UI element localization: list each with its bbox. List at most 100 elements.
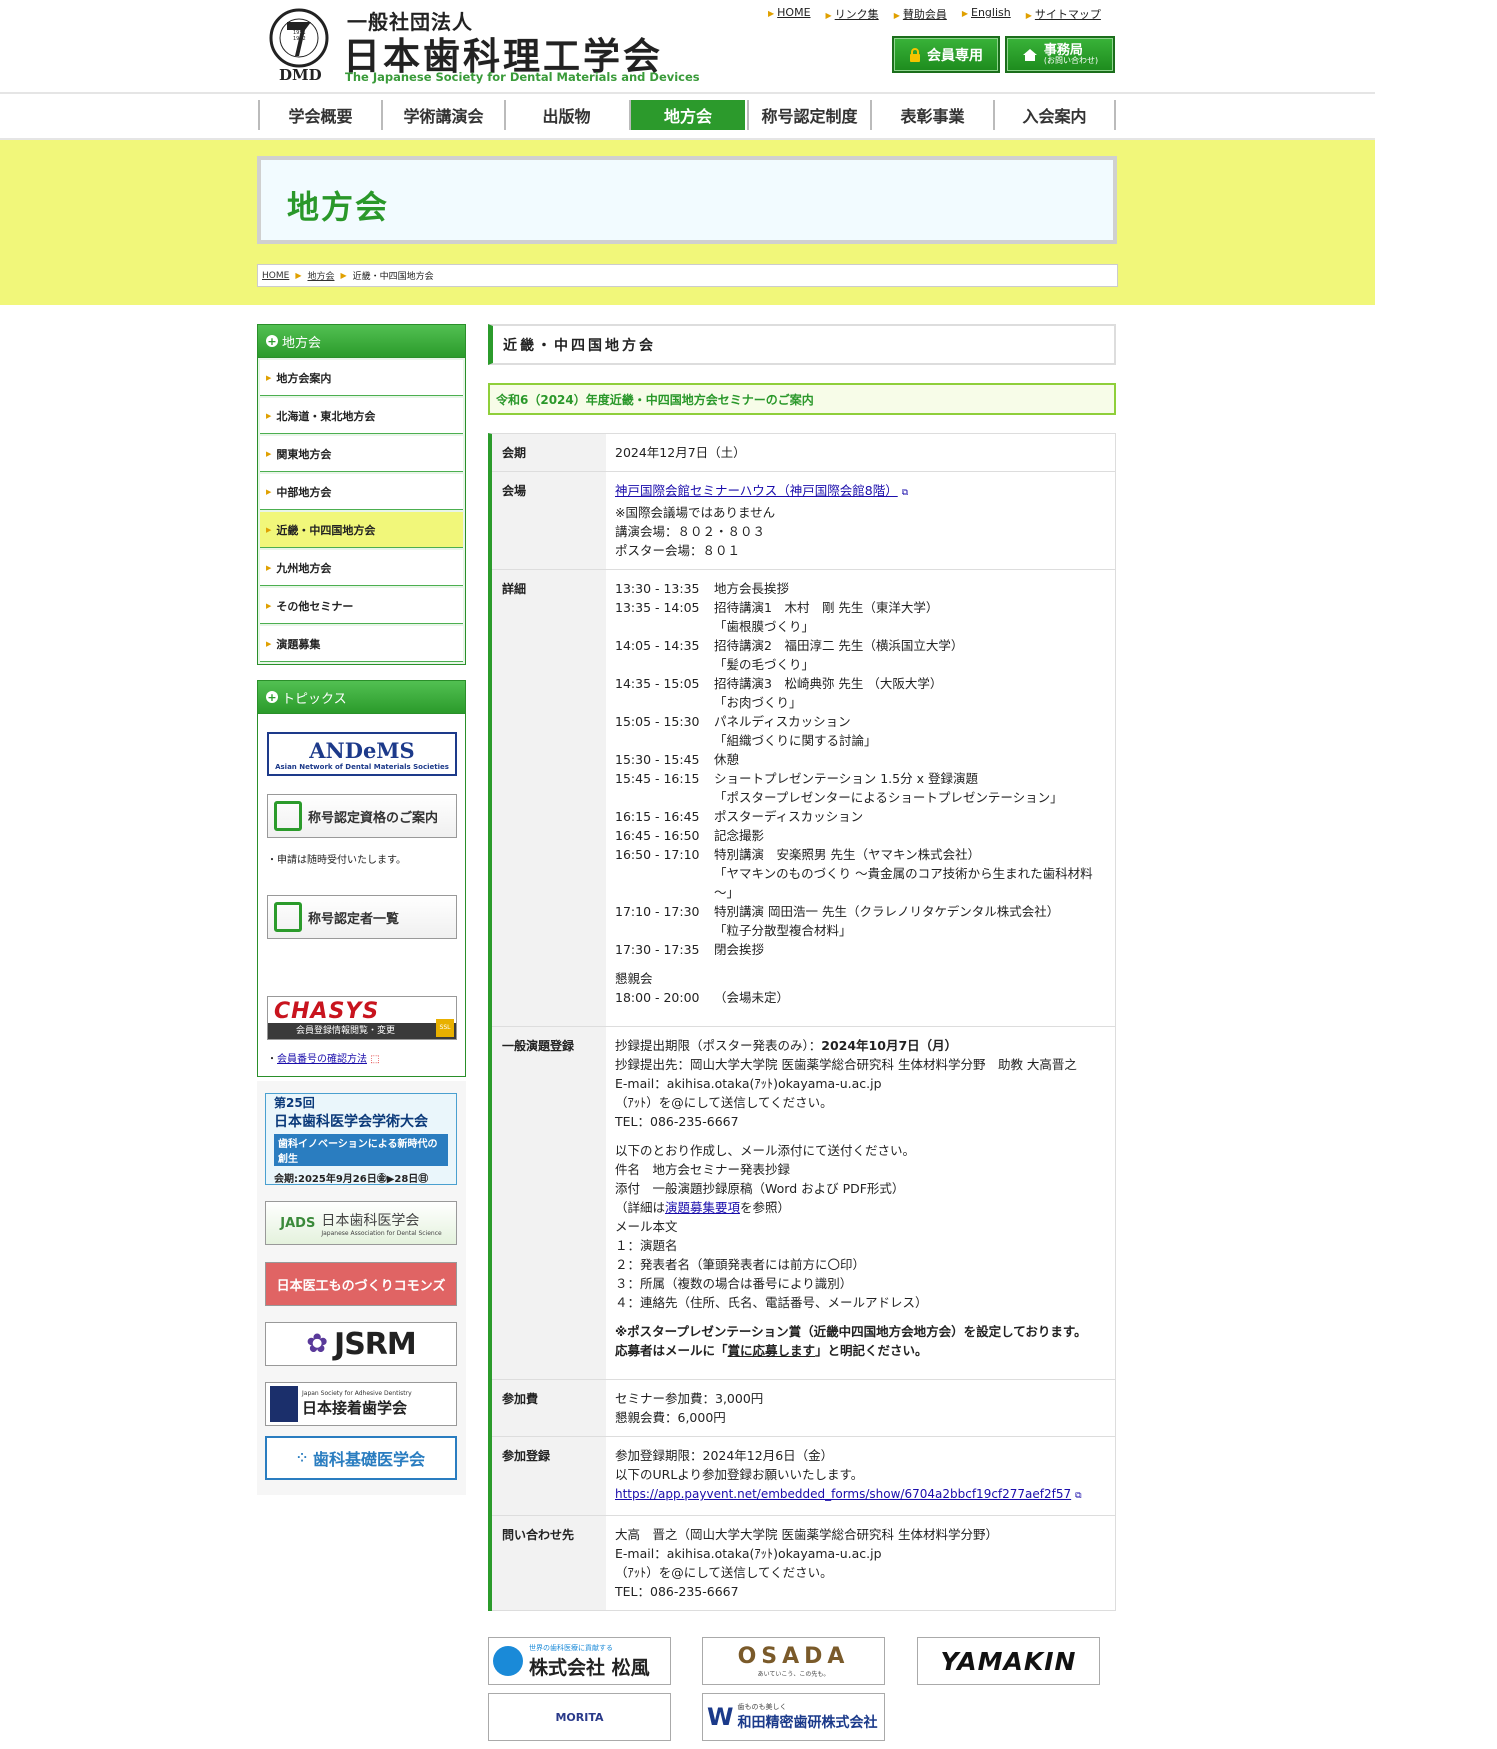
registration-url-link[interactable]: https://app.payvent.net/embedded_forms/s… [615, 1487, 1071, 1501]
plus-circle-icon: + [266, 690, 278, 704]
schedule-time [615, 693, 714, 712]
toplink-home[interactable]: HOME [777, 6, 810, 19]
deadline-date: 2024年10月7日（月） [821, 1038, 958, 1053]
jads-meeting-theme: 歯科イノベーションによる新時代の創生 [274, 1133, 448, 1166]
monozukuri-commons-banner[interactable]: 日本医工ものづくりコモンズ [265, 1262, 457, 1306]
shofu-name: 株式会社 松風 [529, 1656, 650, 1679]
nav-certification[interactable]: 称号認定制度 [747, 100, 870, 130]
nav-about[interactable]: 学会概要 [258, 100, 381, 130]
office-contact-button[interactable]: 事務局 (お問い合わせ) [1005, 36, 1115, 73]
table-row: 問い合わせ先 大高 晋之（岡山大学大学院 医歯薬学総合研究科 生体材料学分野） … [492, 1516, 1116, 1611]
jsrm-name: JSRM [334, 1326, 417, 1362]
schedule-time [615, 864, 714, 902]
seminar-info-table: 会期 2024年12月7日（土） 会場 神戸国際会館セミナーハウス（神戸国際会館… [488, 433, 1116, 1611]
jsrm-banner[interactable]: ✿ JSRM [265, 1322, 457, 1366]
toplink-links[interactable]: リンク集 [835, 8, 879, 21]
call-for-papers-link[interactable]: 演題募集要項 [665, 1200, 740, 1215]
society-logo-icon[interactable]: 1951 1982 DMD [265, 8, 333, 84]
nav-publications[interactable]: 出版物 [504, 100, 627, 130]
venue-link[interactable]: 神戸国際会館セミナーハウス（神戸国際会館8階） [615, 483, 898, 498]
adhesive-dentistry-banner[interactable]: Japan Society for Adhesive Dentistry 日本接… [265, 1382, 457, 1426]
arrow-right-icon: ▶ [768, 9, 775, 18]
nav-join[interactable]: 入会案内 [993, 100, 1116, 130]
registration-label: 参加登録 [492, 1437, 606, 1515]
schedule-item: 「ヤマキンのものづくり ～貴金属のコア技術から生まれた歯科材料～」 [714, 866, 1093, 900]
members-only-button[interactable]: 会員専用 [892, 36, 1000, 73]
sidebar-item-kanto[interactable]: ▶ 関東地方会 [260, 436, 463, 472]
breadcrumb: HOME ▶ 地方会 ▶ 近畿・中四国地方会 [257, 264, 1118, 287]
andems-banner[interactable]: ANDeMS Asian Network of Dental Materials… [267, 732, 457, 776]
arrow-right-icon: ▶ [266, 601, 272, 610]
arrow-right-icon: ▶ [295, 271, 302, 280]
arrow-right-icon: ▶ [266, 563, 272, 572]
yamakin-banner[interactable]: YAMAKIN [917, 1637, 1100, 1685]
sidebar-item-chubu[interactable]: ▶ 中部地方会 [260, 474, 463, 510]
sidebar-item-call-for-papers[interactable]: ▶ 演題募集 [260, 626, 463, 662]
shofu-logo-icon [493, 1646, 523, 1676]
schedule-time [615, 788, 714, 807]
arrow-right-icon: ▶ [266, 449, 272, 458]
table-row: 一般演題登録 抄録提出期限（ポスター発表のみ）：2024年10月7日（月） 抄録… [492, 1027, 1116, 1380]
certified-list-banner[interactable]: 称号認定者一覧 [267, 895, 457, 939]
topics-body: ANDeMS Asian Network of Dental Materials… [257, 714, 466, 1077]
certified-list-label: 称号認定者一覧 [308, 911, 400, 927]
chasys-banner[interactable]: CHASYS 会員登録情報閲覧・変更 SSL [267, 996, 457, 1040]
arrow-right-icon: ▶ [961, 9, 968, 18]
party-time: 18:00 - 20:00 [615, 990, 700, 1005]
date-value: 2024年12月7日（土） [606, 434, 1115, 471]
sidebar-item-guide[interactable]: ▶ 地方会案内 [260, 360, 463, 396]
sidebar-item-kyushu[interactable]: ▶ 九州地方会 [260, 550, 463, 586]
jaos-banner[interactable]: ⁘ 歯科基礎医学会 [265, 1436, 457, 1480]
nav-regional[interactable]: 地方会 [629, 100, 745, 130]
arrow-right-icon: ▶ [1025, 11, 1032, 20]
schedule-time [615, 921, 714, 940]
schedule-time: 16:15 - 16:45 [615, 809, 700, 824]
breadcrumb-regional[interactable]: 地方会 [307, 269, 334, 282]
award-note2-post: 」と明記ください。 [815, 1343, 928, 1358]
contact-at-note: （ｱｯﾄ）を@にして送信してください。 [615, 1565, 833, 1580]
certification-info-banner[interactable]: 称号認定資格のご案内 [267, 794, 457, 838]
shofu-banner[interactable]: 世界の歯科医療に貢献する 株式会社 松風 [488, 1637, 671, 1685]
award-note: ※ポスタープレゼンテーション賞（近畿中四国地方会地方会）を設定しております。 [615, 1324, 1087, 1339]
mail-body-title: メール本文 [615, 1219, 678, 1234]
at-note: （ｱｯﾄ）を@にして送信してください。 [615, 1095, 833, 1110]
osada-banner[interactable]: OSADA あいていこう、この先も。 [702, 1637, 885, 1685]
venue-label: 会場 [492, 472, 606, 569]
party-fee: 懇親会費：6,000円 [615, 1410, 726, 1425]
table-row: 詳細 13:30 - 13:35 地方会長挨拶 13:35 - 14:05 招待講演1… [492, 570, 1116, 1027]
schedule-time: 17:10 - 17:30 [615, 904, 700, 919]
member-id-link[interactable]: 会員番号の確認方法 [277, 1054, 367, 1065]
nav-meetings[interactable]: 学術講演会 [381, 100, 504, 130]
schedule-time [615, 731, 714, 750]
deadline-prefix: 抄録提出期限（ポスター発表のみ）： [615, 1038, 822, 1053]
breadcrumb-home[interactable]: HOME [262, 271, 289, 281]
sidebar-regional: + 地方会 ▶ 地方会案内 ▶ 北海道・東北地方会 ▶ 関東地方会 ▶ 中部地方会 ▶ 近… [257, 324, 466, 665]
toplink-sitemap[interactable]: サイトマップ [1035, 8, 1101, 21]
mail-body-item: ２：発表者名（筆頭発表者には前方に〇印） [615, 1257, 866, 1272]
arrow-right-icon: ▶ [266, 525, 272, 534]
sidebar-item-kinki-chushikoku[interactable]: ▶ 近畿・中四国地方会 [260, 512, 463, 548]
osada-name: OSADA [737, 1644, 850, 1669]
sidebar-topics: + トピックス ANDeMS Asian Network of Dental M… [257, 680, 466, 1077]
sidebar-header: + 地方会 [257, 324, 466, 358]
schedule-time: 15:45 - 16:15 [615, 771, 700, 786]
schedule-item: 「歯根膜づくり」 [714, 619, 815, 634]
wada-name: 和田精密歯研株式会社 [737, 1715, 878, 1731]
top-links: ▶ HOME ▶ リンク集 ▶ 賛助会員 ▶ English ▶ サイトマップ [768, 6, 1101, 22]
wada-banner[interactable]: W 歯ものも美しく 和田精密歯研株式会社 [702, 1693, 885, 1741]
contact-email: E-mail：akihisa.otaka(ｱｯﾄ)okayama-u.ac.jp [615, 1546, 882, 1561]
sidebar-item-hokkaido-tohoku[interactable]: ▶ 北海道・東北地方会 [260, 398, 463, 434]
flower-icon: ✿ [306, 1329, 329, 1359]
toplink-english[interactable]: English [971, 6, 1011, 19]
morita-banner[interactable]: MORITA [488, 1693, 671, 1741]
schedule-item: パネルディスカッション [714, 714, 851, 729]
jads-banner[interactable]: JADS 日本歯科医学会 Japanese Association for De… [265, 1201, 457, 1245]
jads-meeting-banner[interactable]: 第25回 日本歯科医学会学術大会 歯科イノベーションによる新時代の創生 会期:2… [265, 1093, 457, 1185]
nav-awards[interactable]: 表彰事業 [870, 100, 993, 130]
andems-name: ANDeMS [309, 737, 415, 763]
toplink-supporters[interactable]: 賛助会員 [903, 8, 947, 21]
schedule-item: 招待講演2 福田淳二 先生（横浜国立大学） [714, 638, 964, 653]
sidebar-item-other-seminars[interactable]: ▶ その他セミナー [260, 588, 463, 624]
schedule-item: 「お肉づくり」 [714, 695, 802, 710]
office-sub-label: (お問い合わせ) [1043, 56, 1099, 65]
